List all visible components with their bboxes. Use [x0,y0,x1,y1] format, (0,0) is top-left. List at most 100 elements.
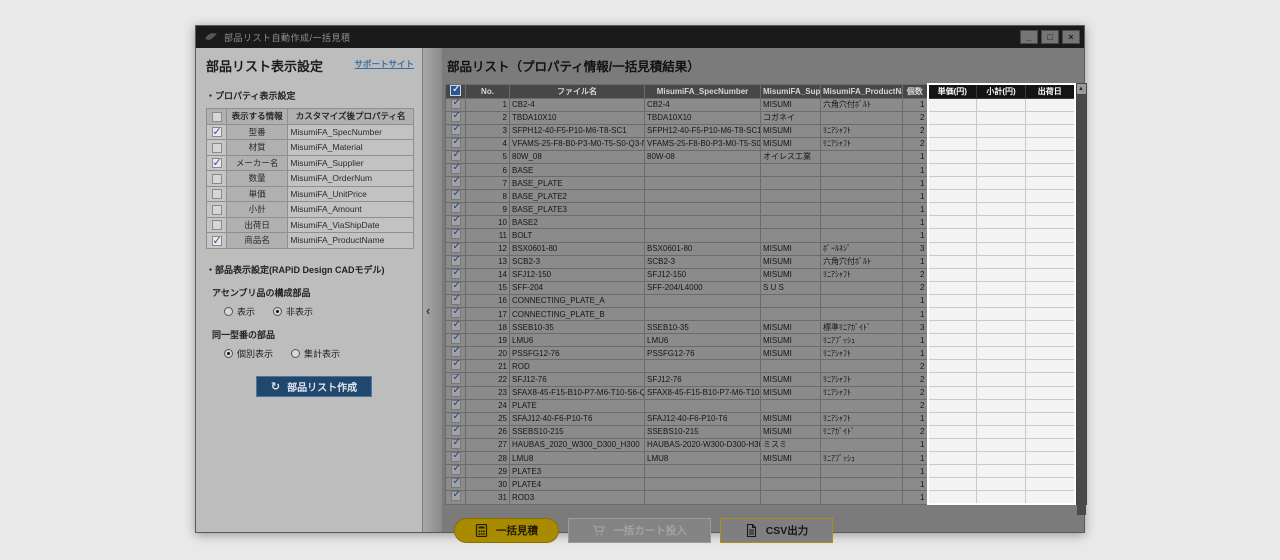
property-checkbox-cell[interactable] [207,124,227,140]
parts-column-header[interactable]: 出荷日 [1026,84,1075,98]
create-parts-list-button[interactable]: ↻ 部品リスト作成 [256,376,372,397]
same-part-option[interactable]: 個別表示 [224,347,273,360]
row-checkbox-cell[interactable] [446,360,466,373]
property-checkbox[interactable] [212,236,222,246]
row-checkbox[interactable] [451,360,461,370]
row-checkbox-cell[interactable] [446,399,466,412]
row-checkbox[interactable] [451,243,461,253]
row-checkbox-cell[interactable] [446,347,466,360]
row-checkbox-cell[interactable] [446,321,466,334]
row-checkbox-cell[interactable] [446,438,466,451]
row-checkbox-cell[interactable] [446,452,466,465]
row-checkbox-cell[interactable] [446,281,466,294]
row-checkbox-cell[interactable] [446,491,466,504]
bulk-quote-button[interactable]: 一括見積 [454,518,559,543]
row-checkbox[interactable] [451,164,461,174]
radio-icon[interactable] [224,307,233,316]
close-button[interactable]: × [1062,30,1080,44]
row-checkbox[interactable] [451,99,461,109]
select-all-parts-checkbox[interactable] [450,85,461,96]
row-checkbox-cell[interactable] [446,308,466,321]
row-checkbox[interactable] [451,491,461,501]
parts-column-header[interactable]: MisumiFA_ProductName [821,84,903,98]
assembly-option[interactable]: 非表示 [273,305,313,318]
minimize-button[interactable]: _ [1020,30,1038,44]
row-checkbox[interactable] [451,295,461,305]
row-checkbox[interactable] [451,138,461,148]
row-checkbox-cell[interactable] [446,373,466,386]
vertical-scrollbar[interactable]: ▲ [1076,83,1087,505]
property-checkbox-cell[interactable] [207,233,227,249]
row-checkbox[interactable] [451,190,461,200]
property-checkbox-cell[interactable] [207,155,227,171]
row-checkbox-cell[interactable] [446,465,466,478]
property-checkbox[interactable] [212,220,222,230]
row-checkbox-cell[interactable] [446,190,466,203]
property-checkbox-cell[interactable] [207,217,227,233]
parts-column-header[interactable]: ファイル名 [510,84,645,98]
row-checkbox-cell[interactable] [446,163,466,176]
row-checkbox[interactable] [451,203,461,213]
parts-column-header[interactable]: 個数 [903,84,928,98]
maximize-button[interactable]: □ [1041,30,1059,44]
row-checkbox-cell[interactable] [446,216,466,229]
radio-icon[interactable] [273,307,282,316]
row-checkbox[interactable] [451,125,461,135]
row-checkbox-cell[interactable] [446,137,466,150]
property-checkbox[interactable] [212,205,222,215]
property-checkbox-cell[interactable] [207,140,227,156]
row-checkbox[interactable] [451,439,461,449]
row-checkbox[interactable] [451,465,461,475]
row-checkbox[interactable] [451,177,461,187]
row-checkbox[interactable] [451,334,461,344]
row-checkbox[interactable] [451,426,461,436]
assembly-option[interactable]: 表示 [224,305,255,318]
row-checkbox-cell[interactable] [446,124,466,137]
row-checkbox[interactable] [451,151,461,161]
collapse-chevron-icon[interactable]: ‹ [426,303,430,318]
row-checkbox[interactable] [451,256,461,266]
parts-column-header[interactable]: 小計(円) [977,84,1026,98]
scroll-up-arrow-icon[interactable]: ▲ [1077,84,1086,95]
row-checkbox-cell[interactable] [446,98,466,111]
property-checkbox[interactable] [212,189,222,199]
parts-column-header[interactable]: 単価(円) [928,84,977,98]
property-header-checkbox-cell[interactable] [207,109,227,125]
property-checkbox[interactable] [212,174,222,184]
row-checkbox[interactable] [451,413,461,423]
row-checkbox[interactable] [451,282,461,292]
row-checkbox[interactable] [451,347,461,357]
row-checkbox[interactable] [451,400,461,410]
row-checkbox[interactable] [451,374,461,384]
property-checkbox[interactable] [212,158,222,168]
row-checkbox[interactable] [451,321,461,331]
property-checkbox[interactable] [212,143,222,153]
row-checkbox-cell[interactable] [446,203,466,216]
scrollbar-track[interactable] [1077,95,1086,515]
parts-column-header[interactable]: MisumiFA_SpecNumber [645,84,761,98]
parts-column-header[interactable]: MisumiFA_Supplier [761,84,821,98]
parts-column-header[interactable]: No. [466,84,510,98]
row-checkbox[interactable] [451,387,461,397]
row-checkbox-cell[interactable] [446,111,466,124]
property-checkbox-cell[interactable] [207,186,227,202]
row-checkbox-cell[interactable] [446,294,466,307]
radio-icon[interactable] [224,349,233,358]
row-checkbox[interactable] [451,452,461,462]
property-checkbox[interactable] [212,127,222,137]
support-site-link[interactable]: サポートサイト [354,58,414,70]
same-part-option[interactable]: 集計表示 [291,347,340,360]
row-checkbox[interactable] [451,308,461,318]
row-checkbox-cell[interactable] [446,229,466,242]
row-checkbox[interactable] [451,269,461,279]
radio-icon[interactable] [291,349,300,358]
select-all-parts-checkbox-cell[interactable] [446,84,466,98]
row-checkbox-cell[interactable] [446,150,466,163]
row-checkbox-cell[interactable] [446,334,466,347]
row-checkbox-cell[interactable] [446,386,466,399]
select-all-properties-checkbox[interactable] [212,112,222,122]
row-checkbox[interactable] [451,216,461,226]
row-checkbox-cell[interactable] [446,478,466,491]
panel-divider[interactable]: ‹ [422,48,442,532]
property-checkbox-cell[interactable] [207,202,227,218]
